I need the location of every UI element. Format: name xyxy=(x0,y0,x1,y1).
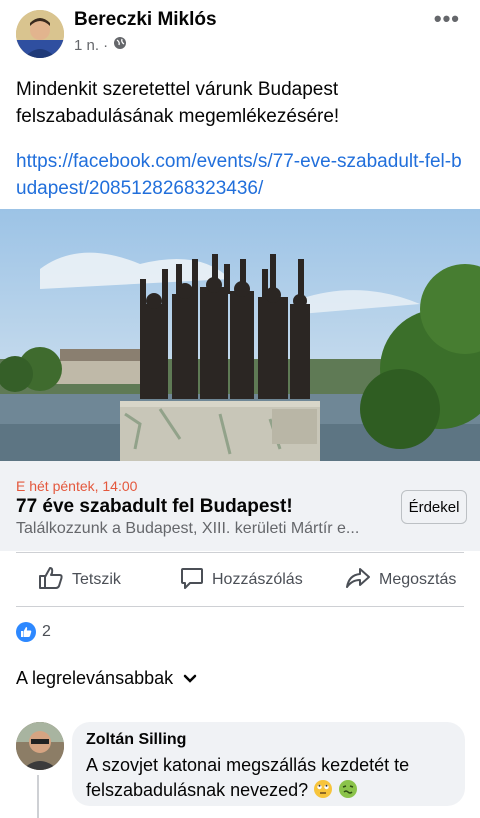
thumbs-up-icon xyxy=(38,566,64,595)
share-button[interactable]: Megosztás xyxy=(345,565,456,595)
event-location: Találkozzunk a Budapest, XIII. kerületi … xyxy=(16,520,360,537)
event-cover-photo[interactable] xyxy=(0,209,480,461)
reply-thread-line xyxy=(37,775,39,818)
post-link[interactable]: https://facebook.com/events/s/77-eve-sza… xyxy=(16,148,466,202)
divider xyxy=(16,606,464,607)
post-text: Mindenkit szeretettel várunk Budapest fe… xyxy=(16,79,340,127)
like-button[interactable]: Tetszik xyxy=(38,565,121,595)
comment-sort-dropdown[interactable]: A legrelevánsabbak xyxy=(16,668,197,689)
author-name[interactable]: Bereczki Miklós xyxy=(74,9,217,31)
post-meta: 1 n. · xyxy=(74,36,127,54)
reactions-summary[interactable]: 2 xyxy=(16,622,51,642)
interested-button[interactable]: Érdekel xyxy=(401,490,467,524)
comment-label: Hozzászólás xyxy=(212,571,303,588)
like-reaction-icon xyxy=(16,622,36,642)
event-title[interactable]: 77 éve szabadult fel Budapest! xyxy=(16,496,293,518)
comment-text-content: A szovjet katonai megszállás kezdetét te… xyxy=(86,755,410,800)
reaction-count: 2 xyxy=(42,623,51,640)
divider xyxy=(16,552,464,553)
event-date: E hét péntek, 14:00 xyxy=(16,478,138,494)
like-label: Tetszik xyxy=(72,571,121,588)
nauseated-face-emoji-icon xyxy=(338,779,358,806)
comment-button[interactable]: Hozzászólás xyxy=(180,565,303,595)
globe-icon xyxy=(113,36,127,54)
eye-roll-emoji-icon xyxy=(313,779,333,806)
share-icon xyxy=(345,566,371,595)
comment-icon xyxy=(180,566,204,595)
more-options-icon[interactable]: ••• xyxy=(434,6,460,32)
share-label: Megosztás xyxy=(379,571,457,588)
post-time[interactable]: 1 n. · xyxy=(74,37,108,54)
comment-text: A szovjet katonai megszállás kezdetét te… xyxy=(86,753,456,806)
sort-label: A legrelevánsabbak xyxy=(16,668,174,688)
commenter-avatar[interactable] xyxy=(16,722,64,770)
chevron-down-icon xyxy=(183,668,197,689)
commenter-name[interactable]: Zoltán Silling xyxy=(86,731,186,749)
author-avatar[interactable] xyxy=(16,10,64,58)
